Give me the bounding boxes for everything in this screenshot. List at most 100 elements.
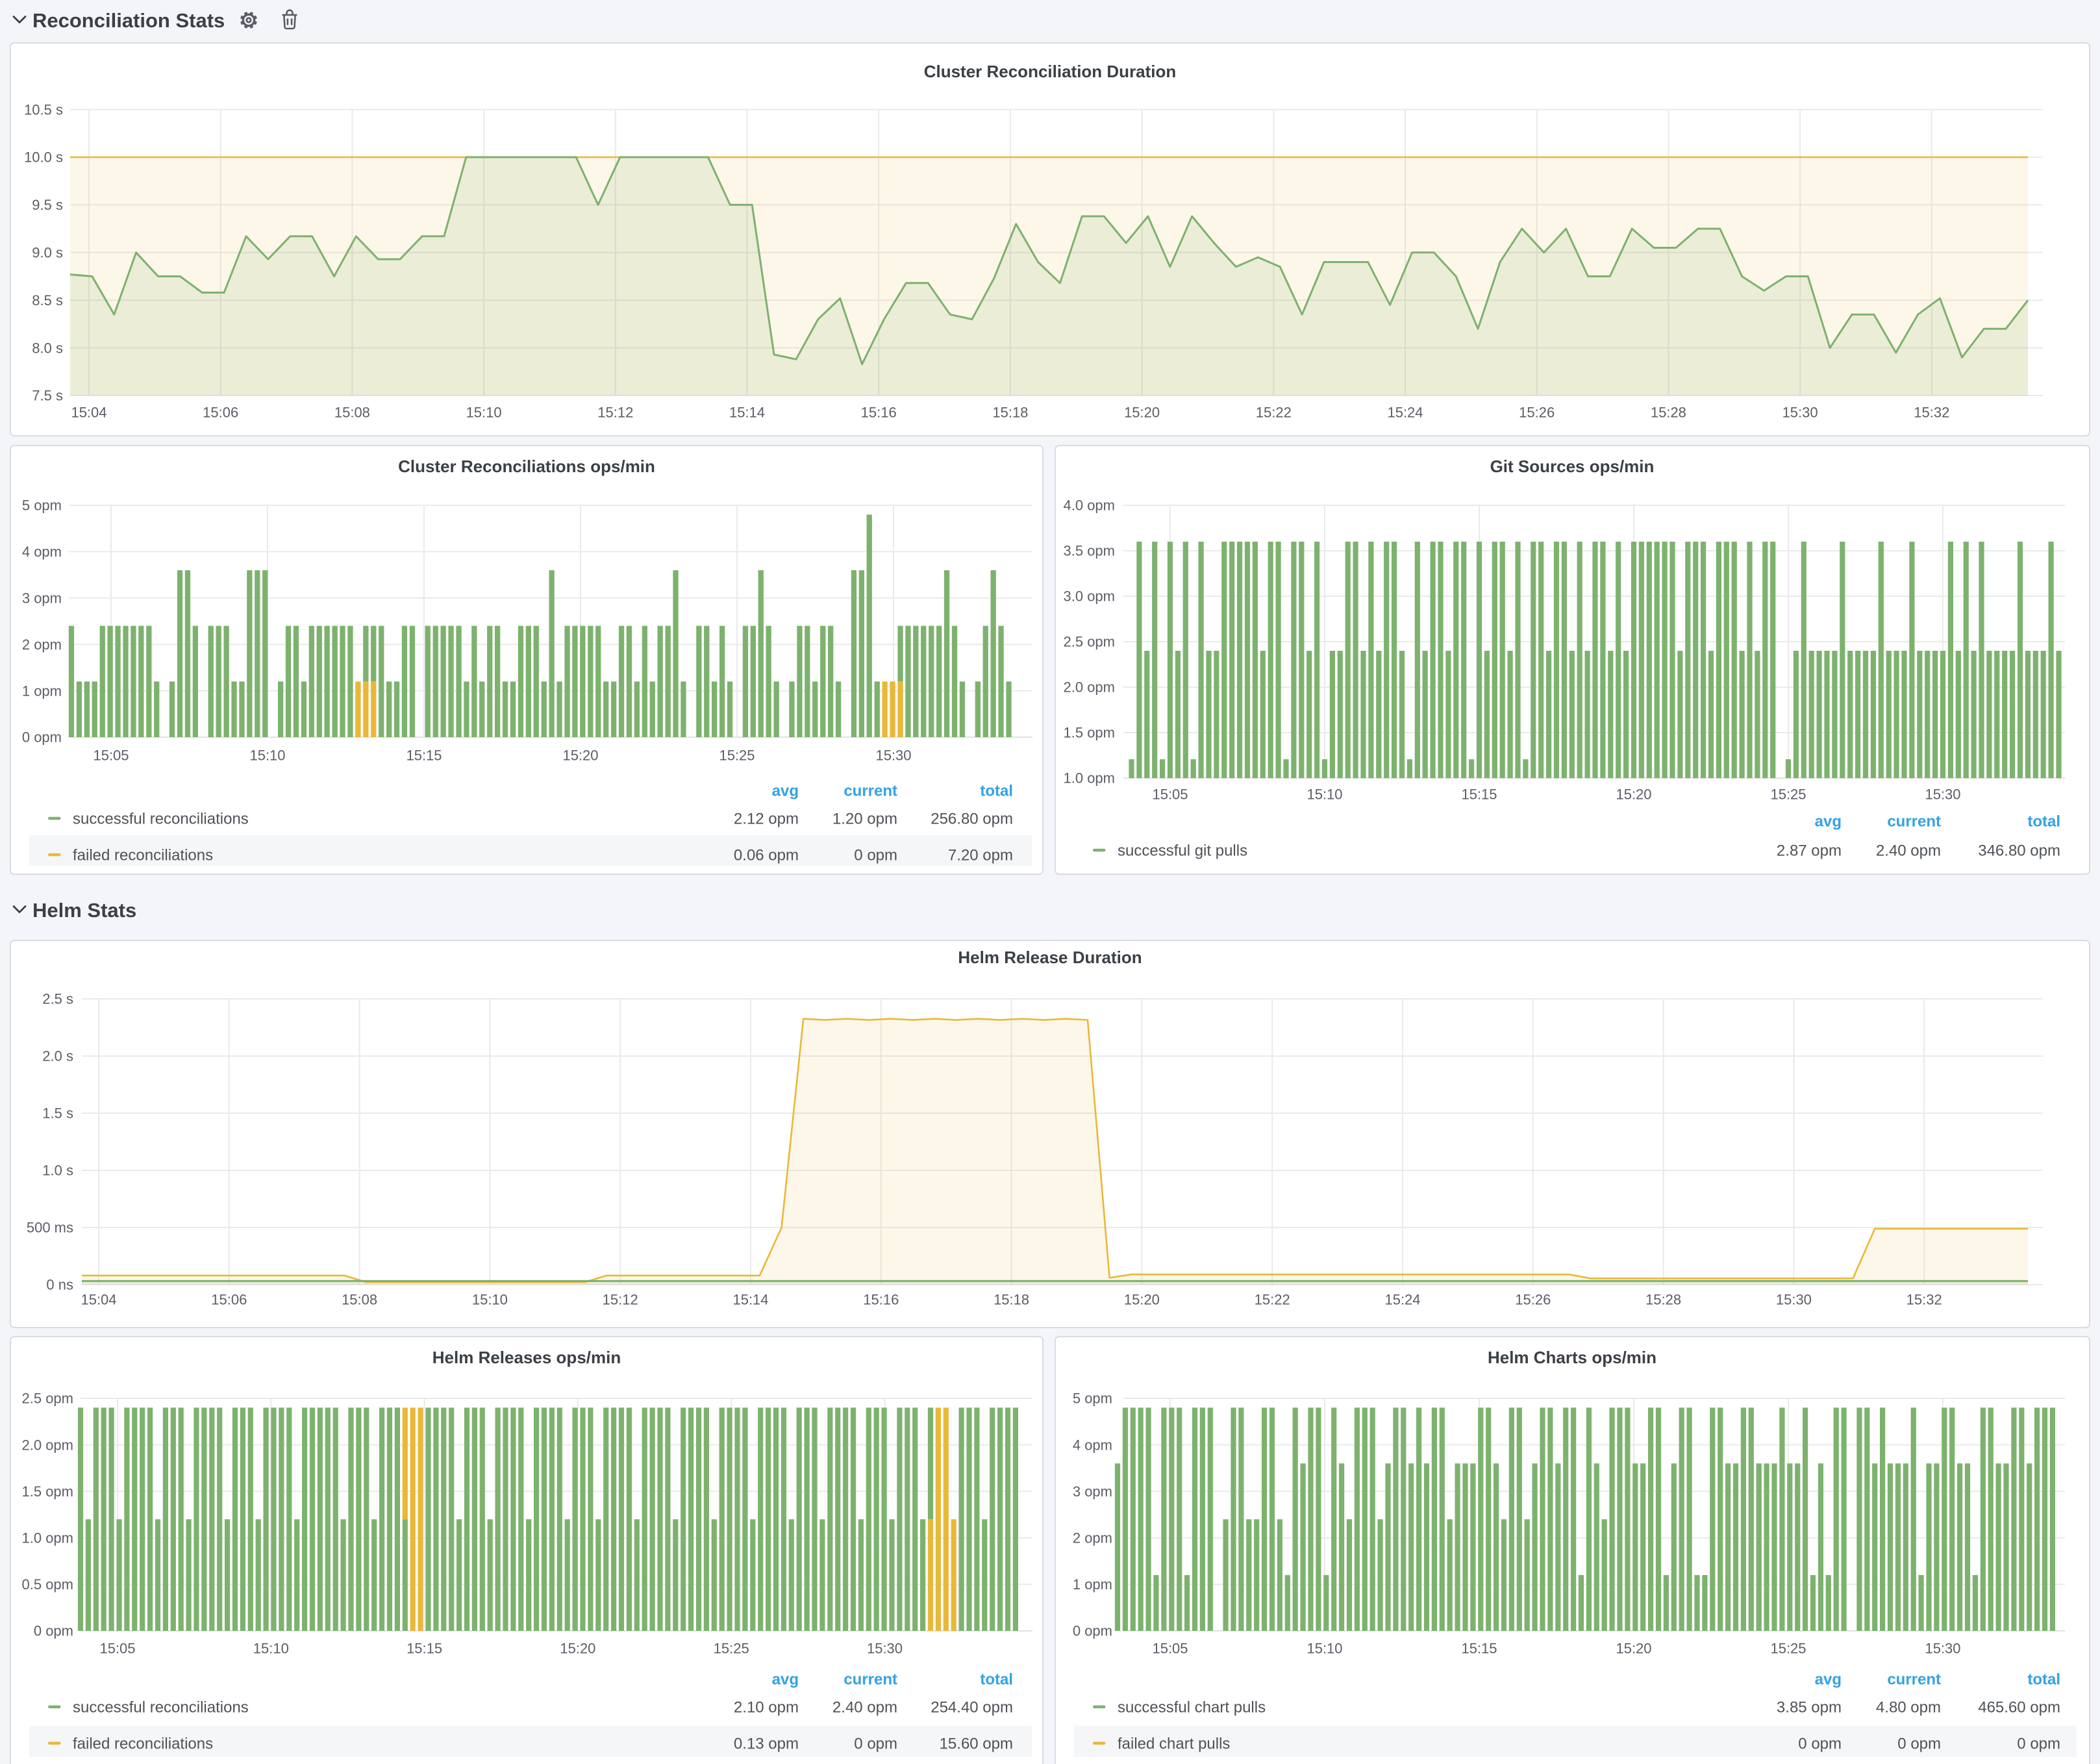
svg-text:15:20: 15:20	[1616, 787, 1651, 803]
svg-text:9.5 s: 9.5 s	[32, 197, 63, 213]
svg-text:4 opm: 4 opm	[22, 544, 62, 560]
svg-text:2 opm: 2 opm	[22, 636, 62, 653]
svg-text:current: current	[1887, 813, 1941, 830]
svg-text:3 opm: 3 opm	[22, 590, 62, 607]
svg-text:avg: avg	[772, 782, 799, 800]
svg-text:15:18: 15:18	[994, 1292, 1029, 1308]
svg-text:15:26: 15:26	[1515, 1292, 1551, 1308]
svg-text:2.40 opm: 2.40 opm	[1876, 842, 1941, 859]
svg-text:avg: avg	[772, 1670, 799, 1688]
svg-text:1.5 s: 1.5 s	[42, 1105, 73, 1122]
svg-text:15:30: 15:30	[1782, 405, 1818, 421]
svg-text:15:20: 15:20	[1124, 405, 1160, 421]
svg-text:Helm Charts ops/min: Helm Charts ops/min	[1488, 1348, 1656, 1367]
svg-text:failed reconciliations: failed reconciliations	[73, 1735, 213, 1752]
svg-text:15:05: 15:05	[93, 748, 129, 764]
svg-text:5 opm: 5 opm	[1073, 1391, 1112, 1407]
svg-text:2.5 opm: 2.5 opm	[22, 1391, 74, 1407]
svg-text:15:32: 15:32	[1914, 405, 1949, 421]
svg-text:0 opm: 0 opm	[1897, 1735, 1941, 1752]
svg-text:Git Sources ops/min: Git Sources ops/min	[1490, 457, 1655, 476]
svg-text:15:08: 15:08	[334, 405, 370, 421]
svg-text:15:16: 15:16	[863, 1292, 899, 1308]
svg-text:15:28: 15:28	[1645, 1292, 1681, 1308]
svg-text:4 opm: 4 opm	[1073, 1437, 1112, 1453]
svg-text:0 opm: 0 opm	[1798, 1735, 1842, 1752]
svg-text:2.0 s: 2.0 s	[42, 1048, 73, 1065]
svg-text:15:12: 15:12	[603, 1292, 638, 1308]
svg-text:15:18: 15:18	[992, 405, 1028, 421]
svg-text:0 opm: 0 opm	[854, 1735, 897, 1752]
svg-text:15:10: 15:10	[472, 1292, 508, 1308]
svg-text:5 opm: 5 opm	[22, 498, 62, 514]
svg-text:15:04: 15:04	[81, 1292, 116, 1308]
svg-text:15:14: 15:14	[729, 405, 765, 421]
svg-text:15:25: 15:25	[714, 1641, 749, 1657]
svg-text:1 opm: 1 opm	[22, 683, 62, 699]
svg-text:500 ms: 500 ms	[27, 1220, 73, 1236]
svg-text:15:15: 15:15	[1461, 787, 1497, 803]
svg-text:0 opm: 0 opm	[22, 729, 62, 746]
svg-text:2.12 opm: 2.12 opm	[734, 810, 799, 827]
svg-text:2.0 opm: 2.0 opm	[1064, 679, 1116, 696]
svg-text:15:08: 15:08	[342, 1292, 377, 1308]
svg-text:15:20: 15:20	[560, 1641, 595, 1657]
svg-text:15:04: 15:04	[71, 405, 106, 421]
svg-text:9.0 s: 9.0 s	[32, 245, 63, 261]
svg-text:15:30: 15:30	[1776, 1292, 1812, 1308]
svg-text:15:20: 15:20	[1124, 1292, 1160, 1308]
svg-text:1 opm: 1 opm	[1073, 1576, 1112, 1593]
svg-text:15:06: 15:06	[211, 1292, 247, 1308]
svg-text:2.5 opm: 2.5 opm	[1064, 634, 1116, 650]
svg-text:successful reconciliations: successful reconciliations	[73, 1698, 249, 1716]
svg-text:15:05: 15:05	[1152, 1641, 1188, 1657]
svg-text:total: total	[980, 782, 1013, 800]
svg-text:2.5 s: 2.5 s	[42, 991, 73, 1007]
svg-text:15.60 opm: 15.60 opm	[940, 1735, 1013, 1752]
svg-text:failed chart pulls: failed chart pulls	[1118, 1735, 1230, 1752]
svg-text:15:30: 15:30	[1925, 1641, 1960, 1657]
svg-text:Helm Releases ops/min: Helm Releases ops/min	[432, 1348, 621, 1367]
svg-text:15:15: 15:15	[406, 748, 442, 764]
svg-text:15:05: 15:05	[1152, 787, 1188, 803]
svg-text:15:06: 15:06	[203, 405, 238, 421]
svg-text:15:10: 15:10	[253, 1641, 289, 1657]
svg-text:15:22: 15:22	[1256, 405, 1292, 421]
svg-text:1.5 opm: 1.5 opm	[1064, 725, 1116, 741]
svg-text:15:15: 15:15	[406, 1641, 442, 1657]
svg-text:2 opm: 2 opm	[1073, 1530, 1112, 1546]
svg-text:256.80 opm: 256.80 opm	[931, 810, 1013, 827]
svg-text:346.80 opm: 346.80 opm	[1978, 842, 2060, 859]
svg-text:total: total	[980, 1670, 1013, 1688]
svg-text:current: current	[1887, 1670, 1941, 1688]
svg-text:2.10 opm: 2.10 opm	[734, 1698, 799, 1716]
svg-text:1.0 opm: 1.0 opm	[1064, 770, 1116, 787]
svg-text:failed reconciliations: failed reconciliations	[73, 846, 213, 864]
svg-text:15:16: 15:16	[861, 405, 897, 421]
svg-text:0.13 opm: 0.13 opm	[734, 1735, 799, 1752]
svg-text:15:25: 15:25	[1770, 787, 1806, 803]
svg-text:8.0 s: 8.0 s	[32, 340, 63, 356]
svg-text:3 opm: 3 opm	[1073, 1483, 1112, 1500]
svg-text:15:05: 15:05	[99, 1641, 135, 1657]
svg-text:15:12: 15:12	[597, 405, 633, 421]
svg-text:254.40 opm: 254.40 opm	[931, 1698, 1013, 1716]
svg-text:15:32: 15:32	[1906, 1292, 1942, 1308]
svg-text:successful chart pulls: successful chart pulls	[1118, 1698, 1266, 1716]
svg-text:15:24: 15:24	[1384, 1292, 1420, 1308]
svg-text:15:10: 15:10	[466, 405, 502, 421]
svg-text:8.5 s: 8.5 s	[32, 292, 63, 309]
svg-text:15:20: 15:20	[1616, 1641, 1651, 1657]
svg-text:0 opm: 0 opm	[34, 1623, 73, 1639]
svg-text:0.06 opm: 0.06 opm	[734, 846, 799, 864]
svg-text:15:28: 15:28	[1651, 405, 1686, 421]
svg-text:15:22: 15:22	[1255, 1292, 1290, 1308]
svg-text:Reconciliation Stats: Reconciliation Stats	[32, 9, 225, 32]
svg-text:0 opm: 0 opm	[854, 846, 897, 864]
svg-text:15:20: 15:20	[562, 748, 598, 764]
svg-text:10.5 s: 10.5 s	[24, 101, 63, 118]
svg-text:15:26: 15:26	[1519, 405, 1555, 421]
svg-text:total: total	[2027, 1670, 2060, 1688]
svg-text:4.80 opm: 4.80 opm	[1876, 1698, 1941, 1716]
svg-text:avg: avg	[1815, 1670, 1842, 1688]
